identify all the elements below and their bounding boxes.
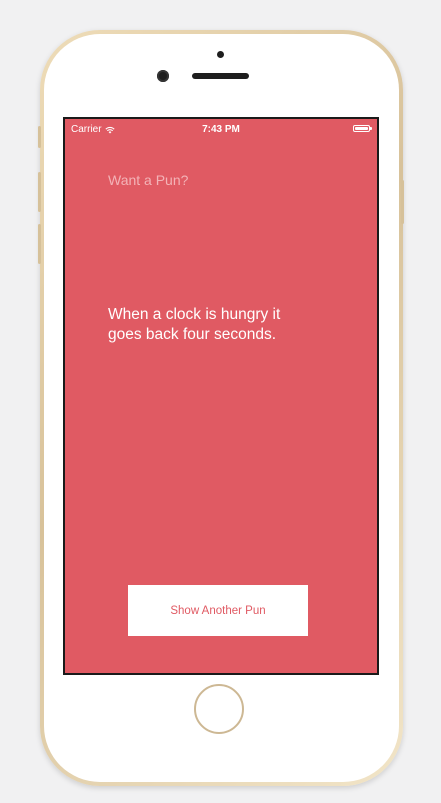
device-mockup: Carrier 7:43 PM Want a Pun? When a clock…: [0, 0, 441, 803]
battery-icon: [353, 125, 372, 132]
front-camera-icon: [157, 70, 169, 82]
app-screen: Carrier 7:43 PM Want a Pun? When a clock…: [63, 117, 379, 675]
proximity-sensor: [217, 51, 224, 58]
earpiece-speaker: [192, 73, 249, 79]
status-time: 7:43 PM: [202, 124, 240, 135]
pun-text: When a clock is hungry it goes back four…: [108, 306, 281, 343]
status-bar: Carrier 7:43 PM: [65, 119, 377, 139]
power-button: [401, 180, 404, 224]
page-title: Want a Pun?: [108, 172, 189, 188]
volume-down-button: [38, 224, 41, 264]
volume-up-button: [38, 172, 41, 212]
home-button[interactable]: [194, 684, 244, 734]
mute-switch: [38, 126, 41, 148]
show-another-pun-button[interactable]: Show Another Pun: [128, 585, 308, 636]
